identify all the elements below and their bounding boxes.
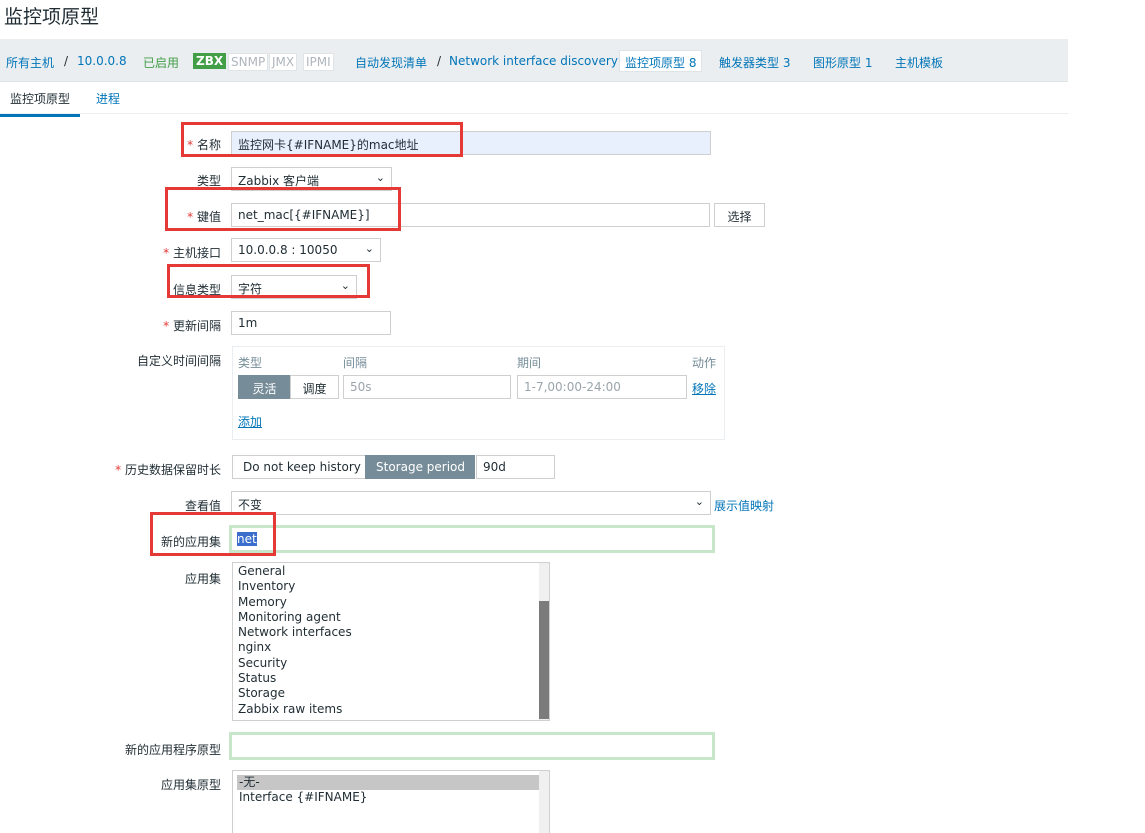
scheduling-button[interactable]: 调度 <box>290 375 339 399</box>
update-interval-label: * 更新间隔 <box>163 319 221 333</box>
breadcrumb-discovery-rule[interactable]: Network interface discovery <box>449 54 618 68</box>
list-item[interactable]: Zabbix raw items <box>233 702 549 717</box>
page-title: 监控项原型 <box>4 6 100 28</box>
period-input[interactable]: 1-7,00:00-24:00 <box>517 375 687 399</box>
storage-period-button[interactable]: Storage period <box>365 455 475 479</box>
annotation-box-new-application <box>150 512 276 556</box>
flexible-button[interactable]: 灵活 <box>238 375 291 399</box>
zbx-availability-badge: ZBX <box>193 53 227 69</box>
tab-process[interactable]: 进程 <box>96 90 120 107</box>
scrollbar-thumb[interactable] <box>539 601 549 719</box>
host-interface-label: * 主机接口 <box>163 246 221 260</box>
select-key-button[interactable]: 选择 <box>714 203 765 227</box>
breadcrumb-all-hosts[interactable]: 所有主机 <box>6 54 54 71</box>
host-status-enabled[interactable]: 已启用 <box>143 54 179 71</box>
ipmi-availability-badge: IPMI <box>303 53 334 71</box>
col-type-header: 类型 <box>238 356 263 370</box>
custom-intervals-table: 类型 间隔 期间 动作 灵活 调度 50s 1-7,00:00-24:00 移除… <box>232 346 725 440</box>
list-item[interactable]: Monitoring agent <box>233 610 549 625</box>
new-app-prototype-input[interactable] <box>229 732 715 760</box>
breadcrumb-host[interactable]: 10.0.0.8 <box>77 54 127 68</box>
no-keep-history-button[interactable]: Do not keep history <box>232 455 366 479</box>
tab-host-templates[interactable]: 主机模板 <box>895 54 943 71</box>
applications-listbox[interactable]: General Inventory Memory Monitoring agen… <box>232 562 550 721</box>
annotation-box-key <box>165 187 401 231</box>
history-label: * 历史数据保留时长 <box>115 463 221 477</box>
interval-input[interactable]: 50s <box>343 375 511 399</box>
update-interval-input[interactable]: 1m <box>231 311 391 335</box>
breadcrumb: 所有主机 / 10.0.0.8 已启用 ZBX SNMP JMX IPMI 自动… <box>0 39 1068 82</box>
applications-scrollbar[interactable] <box>539 563 549 720</box>
list-item[interactable]: Storage <box>233 686 549 701</box>
new-application-input[interactable]: net <box>229 525 715 553</box>
list-item[interactable]: Interface {#IFNAME} <box>237 790 545 805</box>
col-period-header: 期间 <box>517 356 542 370</box>
annotation-box-info-type <box>167 264 370 298</box>
tab-trigger-prototypes[interactable]: 触发器类型 3 <box>719 54 790 71</box>
tab-graph-prototypes[interactable]: 图形原型 1 <box>813 54 872 71</box>
applications-label: 应用集 <box>184 572 221 586</box>
chevron-down-icon: ⌄ <box>375 171 385 184</box>
list-item[interactable]: Security <box>233 656 549 671</box>
list-item[interactable]: Memory <box>233 595 549 610</box>
show-value-mapping-link[interactable]: 展示值映射 <box>714 497 774 514</box>
form-tabs: 监控项原型 进程 <box>0 82 1068 117</box>
col-interval-header: 间隔 <box>343 356 368 370</box>
add-interval-link[interactable]: 添加 <box>238 413 262 430</box>
chevron-down-icon: ⌄ <box>694 495 704 508</box>
history-period-input[interactable]: 90d <box>476 455 555 479</box>
list-item[interactable]: Network interfaces <box>233 625 549 640</box>
custom-intervals-label: 自定义时间间隔 <box>136 354 221 368</box>
app-prototypes-scrollbar[interactable] <box>539 771 549 833</box>
tab-item-prototype[interactable]: 监控项原型 <box>0 90 81 117</box>
list-item[interactable]: Inventory <box>233 579 549 594</box>
show-value-select[interactable]: 不变 ⌄ <box>231 491 711 515</box>
snmp-availability-badge: SNMP <box>228 53 269 71</box>
list-item[interactable]: nginx <box>233 640 549 655</box>
annotation-box-name <box>181 122 463 157</box>
app-prototypes-listbox[interactable]: -无- Interface {#IFNAME} <box>232 770 550 833</box>
new-app-prototype-label: 新的应用程序原型 <box>124 743 221 757</box>
jmx-availability-badge: JMX <box>269 53 298 71</box>
chevron-down-icon: ⌄ <box>364 242 374 255</box>
breadcrumb-separator: / <box>437 54 442 68</box>
remove-link[interactable]: 移除 <box>692 380 716 397</box>
list-item[interactable]: -无- <box>237 775 545 791</box>
host-interface-select[interactable]: 10.0.0.8 : 10050 ⌄ <box>231 238 381 262</box>
breadcrumb-separator: / <box>64 54 69 68</box>
list-item[interactable]: General <box>233 564 549 579</box>
app-prototypes-label: 应用集原型 <box>160 778 221 792</box>
col-action-header: 动作 <box>692 356 717 370</box>
tab-item-prototypes[interactable]: 监控项原型 8 <box>619 50 703 72</box>
breadcrumb-discovery-list[interactable]: 自动发现清单 <box>355 54 427 71</box>
list-item[interactable]: Status <box>233 671 549 686</box>
